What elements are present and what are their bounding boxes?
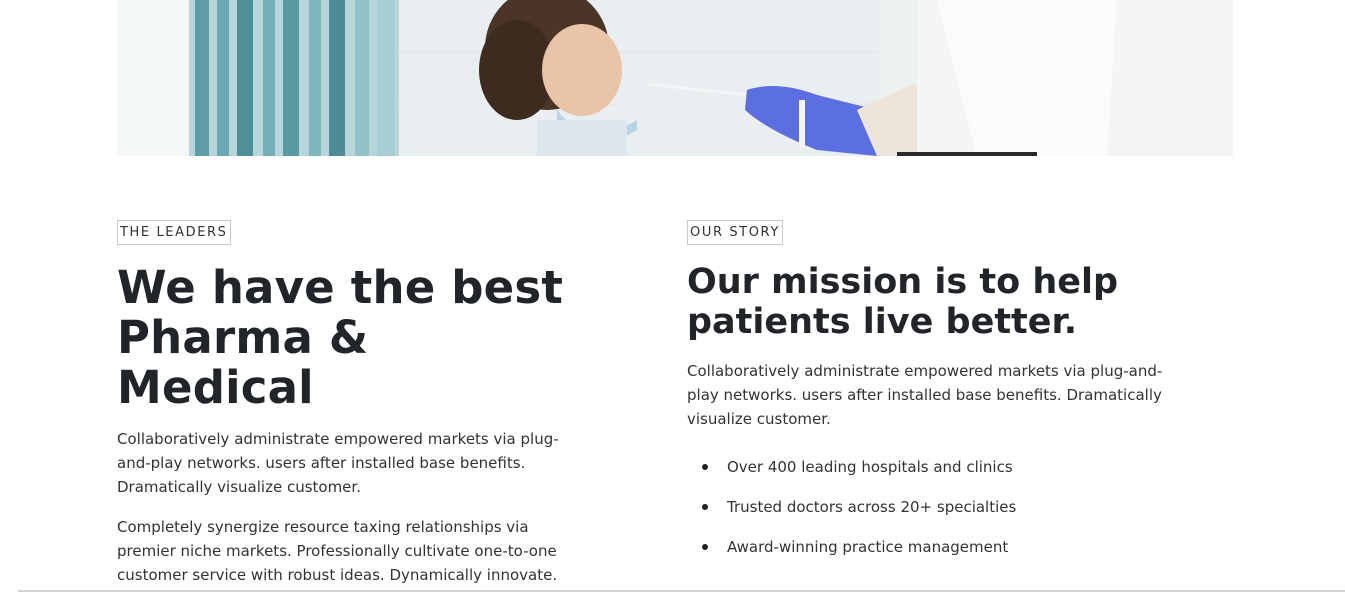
story-heading: Our mission is to help patients live bet… bbox=[687, 262, 1119, 342]
bullet-icon bbox=[702, 544, 708, 550]
leaders-paragraph-1: Collaboratively administrate empowered m… bbox=[117, 430, 559, 496]
story-eyebrow: OUR STORY bbox=[687, 220, 783, 245]
section-divider bbox=[18, 590, 1345, 592]
story-paragraph: Collaboratively administrate empowered m… bbox=[687, 362, 1163, 428]
medical-test-photo-icon bbox=[117, 0, 1233, 156]
bullet-icon bbox=[702, 504, 708, 510]
list-item: Award-winning practice management bbox=[687, 535, 1227, 559]
story-section: OUR STORY Our mission is to help patient… bbox=[687, 220, 1227, 575]
story-bullet-list: Over 400 leading hospitals and clinics T… bbox=[687, 455, 1227, 559]
bullet-icon bbox=[702, 464, 708, 470]
list-item: Over 400 leading hospitals and clinics bbox=[687, 455, 1227, 479]
leaders-section: THE LEADERS We have the best Pharma & Me… bbox=[117, 220, 577, 587]
list-item-label: Over 400 leading hospitals and clinics bbox=[727, 458, 1013, 476]
leaders-heading-line2: Pharma & Medical bbox=[117, 311, 369, 414]
hero-image bbox=[117, 0, 1233, 156]
page: THE LEADERS We have the best Pharma & Me… bbox=[0, 0, 1345, 593]
leaders-eyebrow: THE LEADERS bbox=[117, 220, 231, 245]
leaders-heading: We have the best Pharma & Medical bbox=[117, 263, 577, 413]
list-item-label: Award-winning practice management bbox=[727, 538, 1009, 556]
list-item-label: Trusted doctors across 20+ specialties bbox=[727, 498, 1017, 516]
list-item: Trusted doctors across 20+ specialties bbox=[687, 495, 1227, 519]
leaders-heading-line1: We have the best bbox=[117, 261, 564, 314]
leaders-paragraph-2: Completely synergize resource taxing rel… bbox=[117, 518, 558, 584]
